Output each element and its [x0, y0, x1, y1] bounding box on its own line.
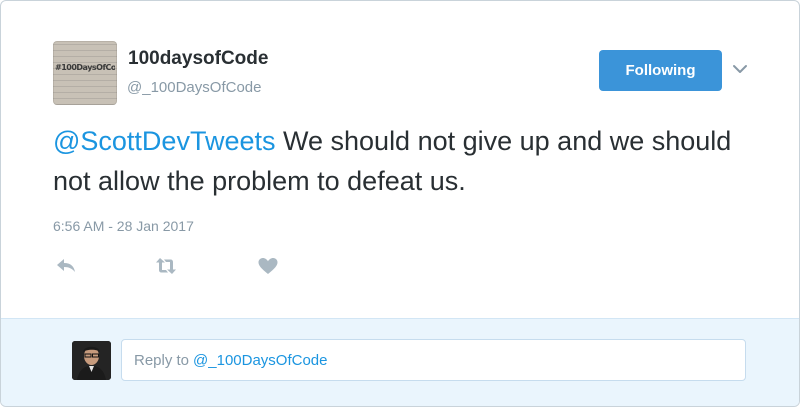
- profile-avatar[interactable]: #100DaysOfCode: [53, 41, 117, 105]
- avatar-text: #100DaysOfCode: [55, 63, 115, 72]
- current-user-avatar: [72, 341, 111, 380]
- tweet-mention[interactable]: @ScottDevTweets: [53, 126, 276, 156]
- display-name[interactable]: 100daysofCode: [128, 48, 268, 70]
- retweet-icon[interactable]: [154, 256, 178, 276]
- reply-input[interactable]: Reply to @_100DaysOfCode: [121, 339, 746, 381]
- tweet-text: @ScottDevTweets We should not give up an…: [53, 121, 753, 201]
- reply-prefix: Reply to: [134, 351, 190, 369]
- user-handle[interactable]: @_100DaysOfCode: [127, 79, 261, 96]
- tweet-timestamp[interactable]: 6:56 AM - 28 Jan 2017: [53, 218, 194, 234]
- reply-handle: @_100DaysOfCode: [193, 351, 328, 369]
- heart-icon[interactable]: [256, 256, 280, 276]
- avatar-pattern: [53, 41, 117, 105]
- following-button[interactable]: Following: [599, 50, 722, 91]
- tweet-card: #100DaysOfCode 100daysofCode @_100DaysOf…: [0, 0, 800, 407]
- reply-icon[interactable]: [54, 256, 78, 276]
- chevron-down-icon[interactable]: [730, 59, 750, 79]
